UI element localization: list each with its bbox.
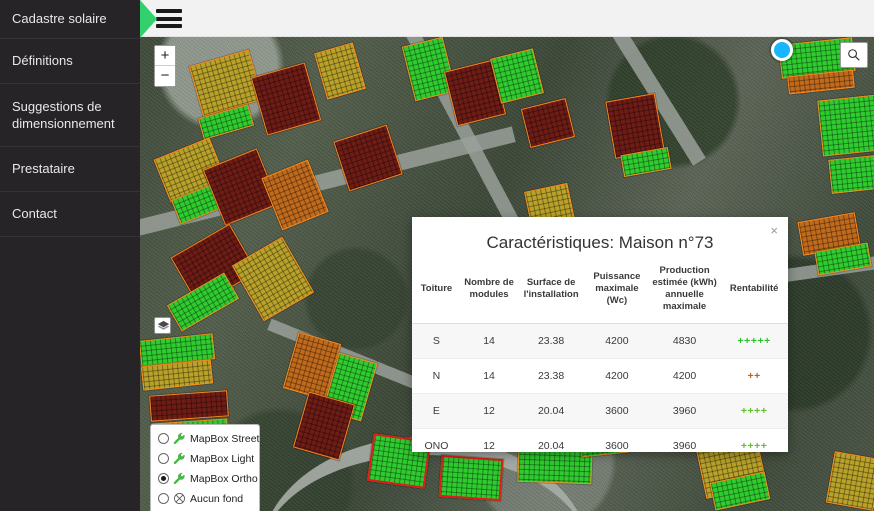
layer-option-label: MapBox Light bbox=[190, 452, 255, 465]
location-marker-icon[interactable] bbox=[771, 39, 793, 61]
sidebar-item-suggestions-dimensionnement[interactable]: Suggestions de dimensionnement bbox=[0, 84, 140, 147]
cell-production: 3960 bbox=[648, 393, 721, 429]
column-header-puissance-maximale: Puissance maximale (Wc) bbox=[593, 271, 641, 306]
sidebar-item-cadastre-solaire[interactable]: Cadastre solaire bbox=[0, 0, 157, 39]
table-row[interactable]: S 14 23.38 4200 4830 +++++ bbox=[412, 323, 788, 359]
radio-button-selected[interactable] bbox=[158, 473, 169, 484]
cell-toiture: S bbox=[412, 323, 461, 359]
layer-option-mapbox-light[interactable]: MapBox Light bbox=[158, 452, 255, 465]
cell-modules: 14 bbox=[460, 323, 518, 359]
no-basemap-icon bbox=[174, 493, 185, 504]
hamburger-icon[interactable] bbox=[156, 7, 182, 30]
table-row[interactable]: E 12 20.04 3600 3960 ++++ bbox=[412, 393, 788, 429]
cell-production: 4200 bbox=[648, 358, 721, 394]
cell-surface: 20.04 bbox=[537, 440, 565, 452]
cell-puissance: 3600 bbox=[605, 440, 629, 452]
cell-rentabilite: ++++ bbox=[720, 393, 788, 429]
wrench-icon bbox=[173, 432, 185, 445]
characteristics-table: Toiture Nombre de modules Surface de l'i… bbox=[412, 259, 788, 452]
app-root: Cadastre solaire Définitions Suggestions… bbox=[0, 0, 874, 511]
layer-option-mapbox-street[interactable]: MapBox Street bbox=[158, 432, 259, 445]
column-header-nombre-de-modules: Nombre de modules bbox=[464, 277, 514, 300]
map-zoom-control[interactable]: + − bbox=[154, 45, 176, 87]
cell-puissance: 4200 bbox=[584, 358, 649, 394]
wrench-icon bbox=[173, 452, 185, 465]
layer-option-label: Aucun fond bbox=[190, 492, 244, 505]
cell-surface: 23.38 bbox=[517, 323, 585, 359]
sidebar-item-definitions[interactable]: Définitions bbox=[0, 39, 140, 84]
cell-rentabilite: +++++ bbox=[720, 323, 788, 359]
layers-icon[interactable] bbox=[154, 317, 171, 334]
layer-option-mapbox-ortho[interactable]: MapBox Ortho bbox=[158, 472, 258, 485]
sidebar-item-label: Définitions bbox=[12, 53, 73, 68]
sidebar-item-label: Contact bbox=[12, 206, 57, 221]
table-header-row: Toiture Nombre de modules Surface de l'i… bbox=[412, 259, 788, 324]
roof-polygon-selected[interactable] bbox=[438, 454, 504, 502]
radio-button[interactable] bbox=[158, 433, 169, 444]
cell-production: 3960 bbox=[672, 440, 697, 452]
zoom-out-button[interactable]: − bbox=[155, 66, 175, 86]
layer-option-aucun-fond[interactable]: Aucun fond bbox=[158, 492, 253, 505]
table-header: Toiture Nombre de modules Surface de l'i… bbox=[412, 259, 788, 324]
cell-toiture: N bbox=[412, 358, 461, 394]
table-row[interactable]: N 14 23.38 4200 4200 ++ bbox=[412, 358, 788, 394]
column-header-production-estimee: Production estimée (kWh) annuelle maxima… bbox=[652, 265, 717, 312]
roof-polygon[interactable] bbox=[828, 154, 874, 194]
cell-surface: 23.38 bbox=[517, 358, 585, 394]
close-icon[interactable]: × bbox=[768, 222, 780, 239]
sidebar: Cadastre solaire Définitions Suggestions… bbox=[0, 0, 157, 511]
layer-option-label: MapBox Ortho bbox=[190, 472, 258, 485]
column-header-surface-installation: Surface de l'installation bbox=[523, 277, 579, 300]
cell-surface: 20.04 bbox=[517, 393, 585, 429]
cell-production: 4830 bbox=[648, 323, 721, 359]
radio-button[interactable] bbox=[158, 493, 169, 504]
column-header-rentabilite: Rentabilité bbox=[729, 283, 779, 294]
roof-polygon[interactable] bbox=[817, 93, 874, 157]
radio-button[interactable] bbox=[158, 453, 169, 464]
cell-puissance: 4200 bbox=[584, 323, 649, 359]
cell-rentabilite: ++++ bbox=[740, 440, 768, 452]
hamburger-bar bbox=[156, 9, 182, 13]
hamburger-bar bbox=[156, 24, 182, 28]
cell-modules: 14 bbox=[460, 358, 518, 394]
roof-polygon[interactable] bbox=[149, 390, 229, 422]
top-header bbox=[140, 0, 874, 37]
cell-modules: 12 bbox=[483, 440, 495, 452]
sidebar-item-label: Cadastre solaire bbox=[12, 11, 107, 26]
layer-switcher-panel[interactable]: MapBox Street MapBox Light MapBox Ortho bbox=[150, 424, 260, 511]
characteristics-modal: × Caractéristiques: Maison n°73 Toiture … bbox=[412, 217, 788, 452]
sidebar-item-contact[interactable]: Contact bbox=[0, 192, 140, 237]
cell-puissance: 3600 bbox=[584, 393, 649, 429]
column-header-toiture: Toiture bbox=[420, 283, 453, 294]
modal-title: Caractéristiques: Maison n°73 bbox=[486, 233, 714, 252]
sidebar-active-arrow-icon bbox=[140, 0, 157, 38]
hamburger-bar bbox=[156, 16, 182, 21]
search-button[interactable] bbox=[840, 42, 868, 68]
cell-toiture: ONO bbox=[424, 440, 449, 452]
table-body: S 14 23.38 4200 4830 +++++ N 14 23.38 42… bbox=[412, 323, 788, 452]
search-icon bbox=[848, 49, 860, 61]
cell-modules: 12 bbox=[460, 393, 518, 429]
layer-option-label: MapBox Street bbox=[190, 432, 260, 445]
sidebar-item-label: Prestataire bbox=[12, 161, 75, 176]
sidebar-item-label: Suggestions de dimensionnement bbox=[12, 99, 115, 131]
wrench-icon bbox=[173, 472, 185, 485]
cell-toiture: E bbox=[412, 393, 461, 429]
table-row[interactable]: ONO 12 20.04 3600 3960 ++++ bbox=[412, 428, 788, 452]
roof-polygon[interactable] bbox=[825, 451, 874, 511]
cell-rentabilite: ++ bbox=[720, 358, 788, 394]
zoom-in-button[interactable]: + bbox=[155, 46, 175, 66]
sidebar-item-prestataire[interactable]: Prestataire bbox=[0, 147, 140, 192]
